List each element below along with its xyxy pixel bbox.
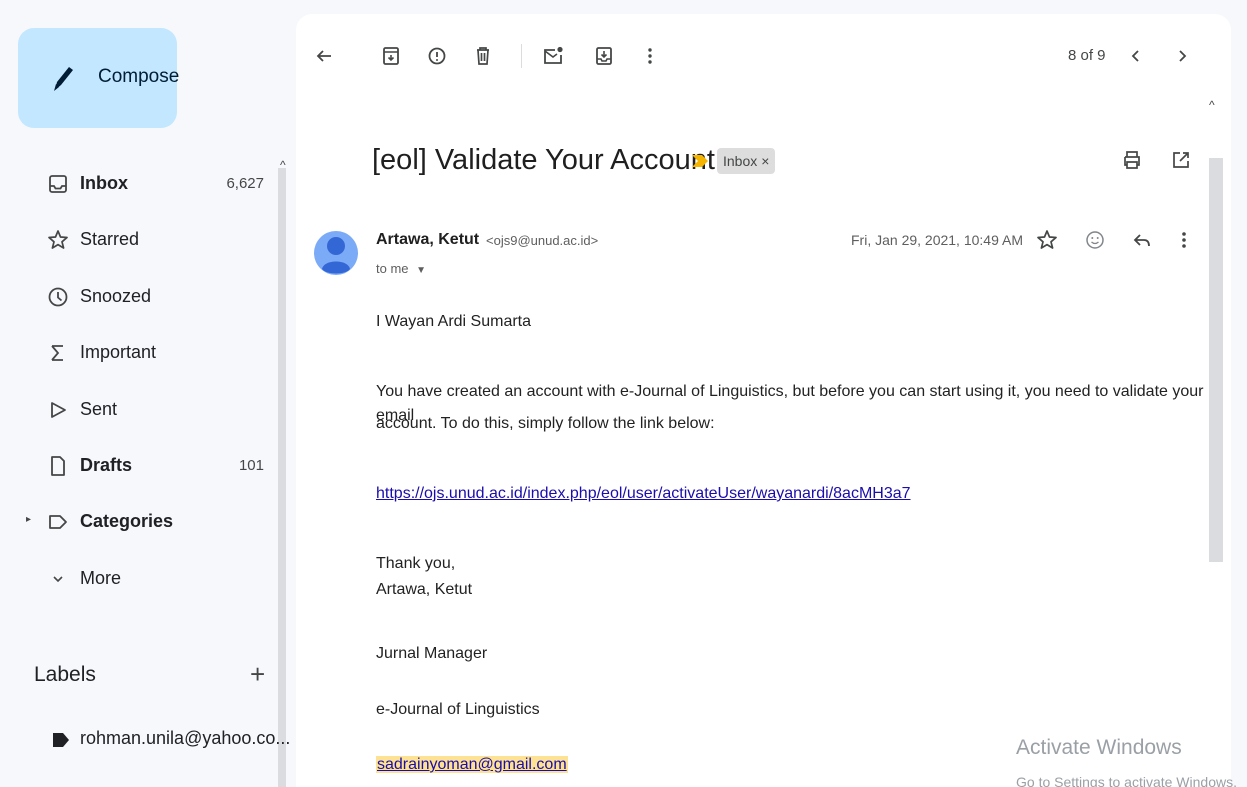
scroll-up-arrow[interactable]: ^ (1209, 98, 1215, 112)
inbox-icon (45, 171, 71, 197)
body-role: Jurnal Manager (376, 645, 488, 662)
chevron-right-icon (1179, 50, 1187, 62)
sidebar-item-label: Starred (80, 229, 140, 249)
pencil-icon (54, 67, 73, 91)
scrollbar-thumb[interactable] (1209, 158, 1223, 562)
star-icon (45, 227, 71, 253)
message-view: 8 of 9 ^ [eol] Validate Your Account Inb… (296, 14, 1231, 787)
label-outline-icon (45, 509, 71, 535)
open-in-new-window-icon[interactable] (1169, 148, 1193, 172)
sidebar-item-snoozed[interactable]: Snoozed (0, 275, 278, 319)
reply-button[interactable] (1129, 227, 1155, 253)
send-icon (45, 397, 71, 423)
activate-windows-subtitle: Go to Settings to activate Windows. (1016, 774, 1237, 787)
label-name: rohman.unila@yahoo.co... (80, 728, 291, 748)
delete-button[interactable] (471, 44, 495, 68)
move-to-inbox-icon (596, 47, 612, 65)
sidebar-item-important[interactable]: Important (0, 331, 278, 375)
activate-windows-title: Activate Windows (1016, 736, 1182, 759)
more-vert-icon (648, 48, 652, 64)
sidebar-item-label: Drafts (80, 455, 133, 475)
sidebar-item-label: Inbox (80, 173, 128, 193)
report-spam-button[interactable] (425, 44, 449, 68)
sidebar-item-inbox[interactable]: Inbox 6,627 (0, 162, 278, 206)
sidebar-item-more[interactable]: More (0, 557, 278, 601)
sidebar-item-starred[interactable]: Starred (0, 218, 278, 262)
message-date: Fri, Jan 29, 2021, 10:49 AM (851, 232, 1023, 248)
emoji-icon (1086, 231, 1104, 249)
message-more-button[interactable] (1171, 227, 1197, 253)
sidebar-item-label: Important (80, 342, 157, 362)
message-scrollbar[interactable]: ^ (1207, 98, 1223, 787)
add-label-button[interactable]: + (250, 659, 265, 690)
more-actions-button[interactable] (638, 44, 662, 68)
star-button[interactable] (1034, 227, 1060, 253)
sidebar-item-label: Sent (80, 399, 118, 419)
caret-down-icon: ▼ (416, 265, 427, 276)
message-subject: [eol] Validate Your Account (372, 144, 715, 176)
unread-count: 6,627 (226, 175, 264, 192)
newer-button[interactable] (1124, 44, 1148, 68)
report-icon (428, 47, 446, 65)
important-marker-icon[interactable] (691, 154, 709, 168)
chevron-left-icon (1131, 50, 1139, 62)
expand-arrow-icon[interactable]: ▸ (26, 514, 31, 525)
sidebar-label-item[interactable]: rohman.unila@yahoo.co... (0, 720, 290, 764)
mark-unread-icon (544, 46, 563, 64)
print-icon[interactable] (1120, 148, 1144, 172)
inbox-label-chip: Inbox × (717, 148, 776, 174)
sidebar-item-label: More (80, 568, 122, 588)
sender-email: <ojs9@unud.ac.id> (486, 233, 599, 248)
recipient-label: to me (376, 261, 409, 276)
chip-label: Inbox (723, 153, 758, 169)
body-closing: Thank you, (376, 555, 456, 572)
draft-count: 101 (238, 457, 264, 474)
remove-label-button[interactable]: × (761, 153, 769, 169)
reply-icon (1133, 234, 1150, 247)
compose-button[interactable]: Compose (18, 28, 180, 128)
activation-link[interactable]: https://ojs.unud.ac.id/index.php/eol/use… (376, 482, 911, 506)
chevron-down-icon (45, 566, 71, 592)
sidebar-item-categories[interactable]: ▸ Categories (0, 500, 278, 544)
body-greeting: I Wayan Ardi Sumarta (376, 313, 532, 330)
compose-label: Compose (98, 66, 180, 87)
sidebar-scrollbar[interactable] (278, 168, 286, 787)
draft-icon (45, 453, 71, 479)
toolbar-divider (521, 44, 522, 68)
body-paragraph-line: account. To do this, simply follow the l… (376, 415, 715, 432)
sender-name[interactable]: Artawa, Ketut (376, 231, 479, 249)
move-to-button[interactable] (592, 44, 616, 68)
more-vert-icon (1182, 232, 1186, 248)
pagination-count: 8 of 9 (1068, 47, 1106, 64)
important-icon (45, 340, 71, 366)
avatar[interactable] (314, 219, 358, 289)
body-signature: Artawa, Ketut (376, 581, 473, 598)
add-reaction-button[interactable] (1082, 227, 1108, 253)
trash-icon (477, 47, 489, 65)
sidebar-item-drafts[interactable]: Drafts 101 (0, 444, 278, 488)
archive-button[interactable] (379, 44, 403, 68)
sidebar-item-sent[interactable]: Sent (0, 388, 278, 432)
label-tag-icon (53, 733, 69, 747)
arrow-back-icon (316, 50, 331, 62)
sidebar-item-label: Categories (80, 511, 174, 531)
recipient-details-toggle[interactable]: to me ▼ (376, 261, 426, 276)
archive-icon (383, 47, 399, 65)
message-toolbar: 8 of 9 (296, 14, 1231, 84)
back-button[interactable] (312, 44, 336, 68)
star-icon (1037, 230, 1057, 249)
clock-icon (45, 284, 71, 310)
mark-unread-button[interactable] (541, 44, 565, 68)
older-button[interactable] (1170, 44, 1194, 68)
highlighted-email-link[interactable]: sadrainyoman@gmail.com (376, 756, 568, 773)
body-email-line: sadrainyoman@gmail.com (376, 753, 568, 777)
sidebar: Compose Inbox 6,627 Starred Snoozed Impo… (0, 0, 290, 787)
body-organization: e-Journal of Linguistics (376, 701, 540, 718)
sidebar-item-label: Snoozed (80, 286, 152, 306)
labels-heading: Labels (34, 663, 96, 686)
